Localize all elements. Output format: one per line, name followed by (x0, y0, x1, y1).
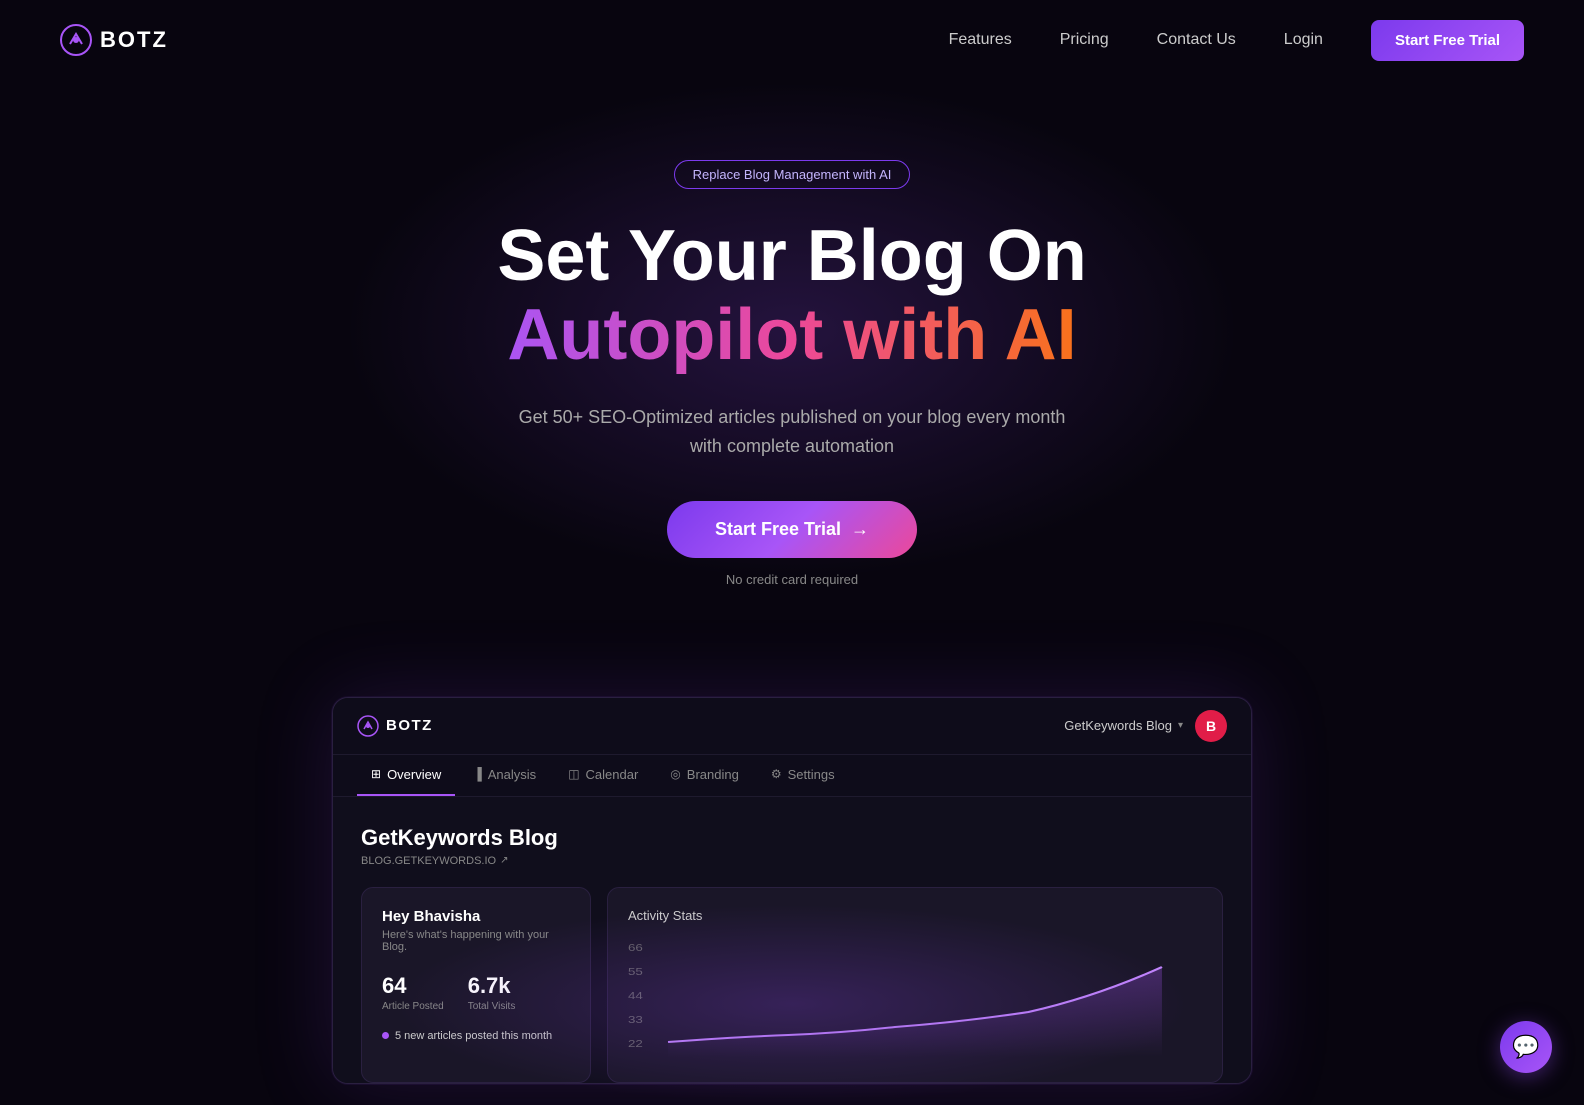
nav-login[interactable]: Login (1284, 31, 1323, 49)
nav-contact[interactable]: Contact Us (1157, 31, 1236, 49)
app-blog-title: GetKeywords Blog (361, 825, 1223, 851)
svg-text:22: 22 (628, 1038, 643, 1049)
app-card-subtitle: Here's what's happening with your Blog. (382, 929, 570, 953)
stat-visits-value: 6.7k (468, 973, 516, 999)
activity-chart: 66 55 44 33 22 (628, 937, 1202, 1057)
app-chart-title: Activity Stats (628, 908, 1202, 923)
hero-cta-button[interactable]: Start Free Trial → (667, 501, 917, 558)
chat-button[interactable]: 💬 (1500, 1021, 1552, 1073)
app-greeting: Hey Bhavisha (382, 908, 570, 925)
svg-text:66: 66 (628, 942, 643, 953)
hero-title-line1: Set Your Blog On (497, 217, 1086, 296)
app-preview-wrapper: BOTZ GetKeywords Blog ▾ B ⊞ Overview ▐ A… (0, 697, 1584, 1084)
stat-visits-label: Total Visits (468, 1001, 516, 1012)
settings-icon: ⚙ (771, 767, 782, 781)
hero-title-line2: Autopilot with AI (497, 296, 1086, 375)
branding-icon: ◎ (670, 767, 680, 781)
navbar: BOTZ Features Pricing Contact Us Login S… (0, 0, 1584, 80)
hero-no-cc-text: No credit card required (726, 572, 858, 587)
stat-articles: 64 Article Posted (382, 973, 444, 1012)
tab-analysis[interactable]: ▐ Analysis (459, 755, 550, 796)
logo[interactable]: BOTZ (60, 24, 168, 56)
stat-articles-label: Article Posted (382, 1001, 444, 1012)
app-stats-row: 64 Article Posted 6.7k Total Visits (382, 973, 570, 1012)
app-topbar-right: GetKeywords Blog ▾ B (1064, 710, 1227, 742)
nav-pricing[interactable]: Pricing (1060, 31, 1109, 49)
nav-features[interactable]: Features (949, 31, 1012, 49)
app-cards: Hey Bhavisha Here's what's happening wit… (361, 887, 1223, 1083)
tab-overview[interactable]: ⊞ Overview (357, 755, 455, 796)
hero-subtitle: Get 50+ SEO-Optimized articles published… (519, 403, 1066, 461)
app-content: GetKeywords Blog BLOG.GETKEYWORDS.IO ↗ H… (333, 797, 1251, 1083)
app-blog-selector[interactable]: GetKeywords Blog ▾ (1064, 718, 1183, 733)
overview-icon: ⊞ (371, 767, 381, 781)
external-link-icon: ↗ (500, 855, 508, 866)
app-topbar: BOTZ GetKeywords Blog ▾ B (333, 698, 1251, 755)
calendar-icon: ◫ (568, 767, 579, 781)
svg-text:44: 44 (628, 990, 643, 1001)
hero-section: Replace Blog Management with AI Set Your… (0, 80, 1584, 647)
chevron-down-icon: ▾ (1178, 720, 1183, 731)
app-nav: ⊞ Overview ▐ Analysis ◫ Calendar ◎ Brand… (333, 755, 1251, 797)
app-card-chart: Activity Stats 66 55 44 33 22 (607, 887, 1223, 1083)
stat-articles-value: 64 (382, 973, 444, 999)
app-stat-highlight: 5 new articles posted this month (382, 1030, 570, 1042)
hero-title: Set Your Blog On Autopilot with AI (497, 217, 1086, 375)
tab-calendar[interactable]: ◫ Calendar (554, 755, 652, 796)
app-preview: BOTZ GetKeywords Blog ▾ B ⊞ Overview ▐ A… (332, 697, 1252, 1084)
app-logo-icon (357, 715, 379, 737)
analysis-icon: ▐ (473, 767, 482, 781)
hero-badge: Replace Blog Management with AI (674, 160, 911, 189)
arrow-icon: → (851, 519, 869, 540)
app-logo: BOTZ (357, 715, 433, 737)
tab-settings[interactable]: ⚙ Settings (757, 755, 849, 796)
app-card-stats: Hey Bhavisha Here's what's happening wit… (361, 887, 591, 1083)
app-blog-url: BLOG.GETKEYWORDS.IO ↗ (361, 855, 1223, 867)
logo-icon (60, 24, 92, 56)
svg-text:55: 55 (628, 966, 643, 977)
nav-links: Features Pricing Contact Us Login Start … (949, 20, 1524, 61)
nav-cta-button[interactable]: Start Free Trial (1371, 20, 1524, 61)
dot-icon (382, 1032, 389, 1039)
svg-text:33: 33 (628, 1014, 643, 1025)
avatar: B (1195, 710, 1227, 742)
chat-icon: 💬 (1512, 1036, 1539, 1058)
stat-visits: 6.7k Total Visits (468, 973, 516, 1012)
tab-branding[interactable]: ◎ Branding (656, 755, 753, 796)
brand-name: BOTZ (100, 27, 168, 53)
